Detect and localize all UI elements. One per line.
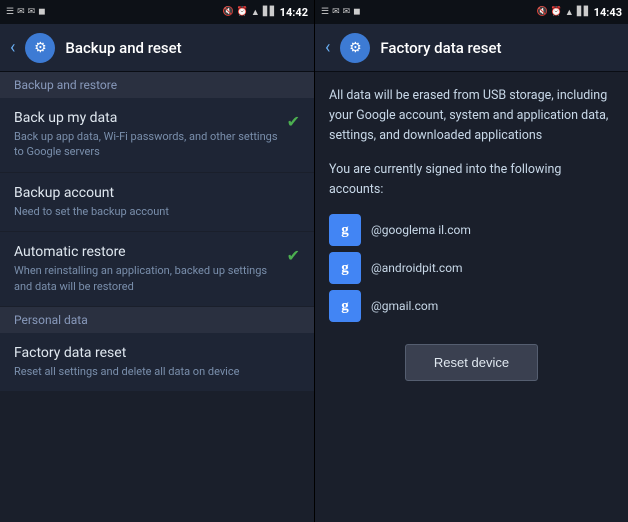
settings-icon-left: ⚙ [25, 33, 55, 63]
status-icons-left-right: ☰ ✉ ✉ ◼ [321, 7, 361, 17]
action-bar-right: ‹ ⚙ Factory data reset [315, 24, 628, 72]
list-item-backup-account-text: Backup account Need to set the backup ac… [14, 185, 300, 219]
automatic-restore-title: Automatic restore [14, 244, 279, 260]
notification-icon-3: ✉ [28, 7, 36, 17]
accounts-label: You are currently signed into the follow… [329, 160, 614, 200]
automatic-restore-subtitle: When reinstalling an application, backed… [14, 263, 279, 294]
list-item-automatic-restore-text: Automatic restore When reinstalling an a… [14, 244, 279, 294]
status-icons-left: ☰ ✉ ✉ ◼ [6, 7, 46, 17]
right-phone-screen: ☰ ✉ ✉ ◼ 🔇 ⏰ ▲ ▋▋ 14:43 ‹ ⚙ Factory data … [314, 0, 628, 522]
factory-reset-subtitle: Reset all settings and delete all data o… [14, 364, 300, 379]
list-item-automatic-restore[interactable]: Automatic restore When reinstalling an a… [0, 232, 314, 307]
back-button-right[interactable]: ‹ [325, 37, 330, 58]
automatic-restore-check: ✔ [287, 246, 300, 265]
account-email-3: @gmail.com [371, 299, 438, 313]
r-notification-icon-3: ✉ [343, 7, 351, 17]
reset-device-button[interactable]: Reset device [405, 344, 538, 381]
backup-account-subtitle: Need to set the backup account [14, 204, 300, 219]
r-notification-icon-2: ✉ [332, 7, 340, 17]
status-bar-left: ☰ ✉ ✉ ◼ 🔇 ⏰ ▲ ▋▋ 14:42 [0, 0, 314, 24]
r-wifi-icon: ▲ [565, 7, 574, 18]
factory-reset-title: Factory data reset [14, 345, 300, 361]
account-item-2: g @androidpit.com [329, 252, 614, 284]
r-settings-gear-icon: ⚙ [349, 40, 362, 56]
status-time-left: 14:42 [280, 6, 308, 19]
account-email-2: @androidpit.com [371, 261, 463, 275]
status-time-right: 14:43 [594, 6, 622, 19]
reset-button-container: Reset device [329, 336, 614, 389]
back-button-left[interactable]: ‹ [10, 37, 15, 58]
list-item-factory-reset[interactable]: Factory data reset Reset all settings an… [0, 333, 314, 392]
backup-my-data-subtitle: Back up app data, Wi-Fi passwords, and o… [14, 129, 279, 160]
notification-icon-2: ✉ [17, 7, 25, 17]
backup-my-data-title: Back up my data [14, 110, 279, 126]
google-icon-1: g [329, 214, 361, 246]
section-header-backup: Backup and restore [0, 72, 314, 98]
status-icons-right-right: 🔇 ⏰ ▲ ▋▋ 14:43 [536, 6, 622, 19]
r-alarm-icon: ⏰ [551, 7, 562, 17]
settings-icon-right: ⚙ [340, 33, 370, 63]
notification-icon-4: ◼ [38, 7, 45, 17]
google-icon-3: g [329, 290, 361, 322]
section-header-personal-label: Personal data [14, 313, 88, 327]
right-screen-content: All data will be erased from USB storage… [315, 72, 628, 522]
r-mute-icon: 🔇 [536, 7, 547, 17]
signal-icon: ▋▋ [263, 7, 277, 17]
list-item-backup-my-data-text: Back up my data Back up app data, Wi-Fi … [14, 110, 279, 160]
wifi-icon: ▲ [251, 7, 260, 18]
action-bar-title-right: Factory data reset [380, 39, 501, 57]
accounts-list: g @googlema il.com g @androidpit.com g @… [329, 214, 614, 322]
list-item-backup-account[interactable]: Backup account Need to set the backup ac… [0, 173, 314, 232]
alarm-icon: ⏰ [237, 7, 248, 17]
settings-gear-icon: ⚙ [34, 40, 47, 56]
status-bar-right: ☰ ✉ ✉ ◼ 🔇 ⏰ ▲ ▋▋ 14:43 [315, 0, 628, 24]
action-bar-title-left: Backup and reset [65, 39, 181, 57]
list-item-factory-reset-text: Factory data reset Reset all settings an… [14, 345, 300, 379]
backup-my-data-check: ✔ [287, 112, 300, 131]
section-header-backup-label: Backup and restore [14, 78, 117, 92]
r-notification-icon-4: ◼ [353, 7, 360, 17]
google-icon-2: g [329, 252, 361, 284]
r-notification-icon-1: ☰ [321, 7, 329, 17]
left-phone-screen: ☰ ✉ ✉ ◼ 🔇 ⏰ ▲ ▋▋ 14:42 ‹ ⚙ Backup and re… [0, 0, 314, 522]
notification-icon-1: ☰ [6, 7, 14, 17]
action-bar-left: ‹ ⚙ Backup and reset [0, 24, 314, 72]
r-signal-icon: ▋▋ [577, 7, 591, 17]
status-icons-right-left: 🔇 ⏰ ▲ ▋▋ 14:42 [222, 6, 308, 19]
account-item-3: g @gmail.com [329, 290, 614, 322]
backup-account-title: Backup account [14, 185, 300, 201]
warning-text: All data will be erased from USB storage… [329, 86, 614, 146]
account-email-1: @googlema il.com [371, 223, 471, 237]
mute-icon: 🔇 [222, 7, 233, 17]
account-item-1: g @googlema il.com [329, 214, 614, 246]
section-header-personal: Personal data [0, 307, 314, 333]
list-item-backup-my-data[interactable]: Back up my data Back up app data, Wi-Fi … [0, 98, 314, 173]
